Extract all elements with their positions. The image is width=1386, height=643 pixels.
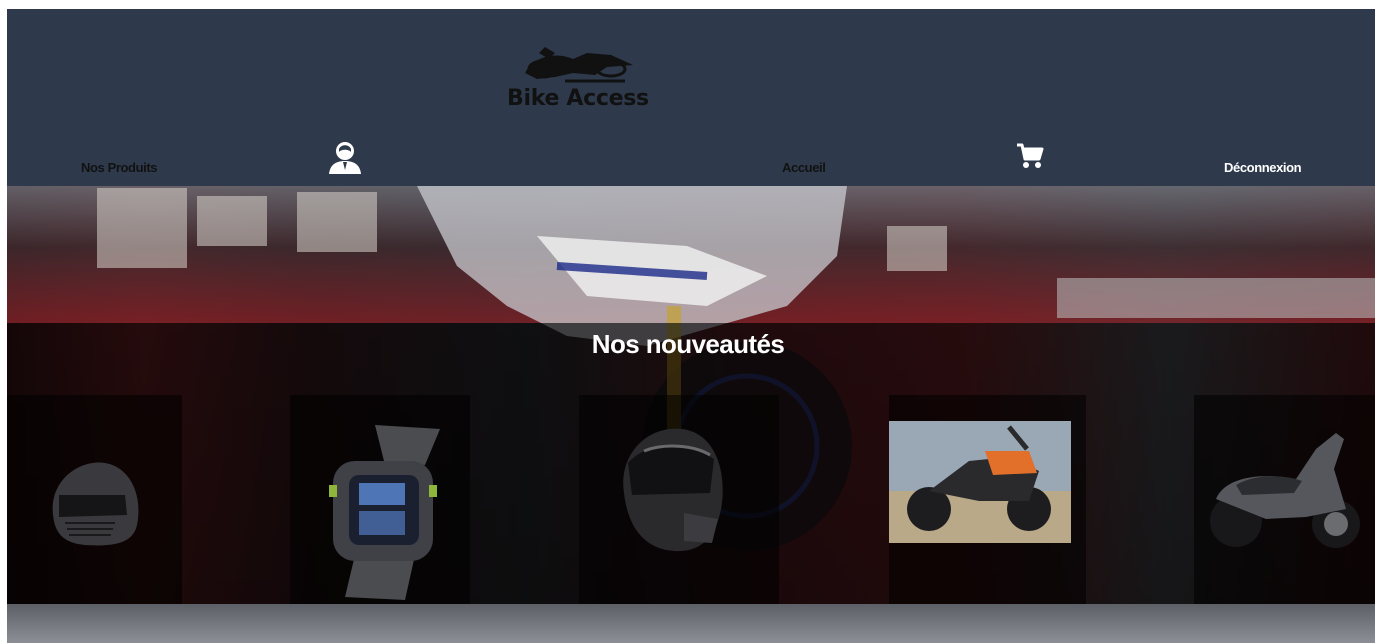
logo-text: Bike Access [507, 86, 649, 111]
shopping-cart-icon[interactable] [1015, 141, 1045, 176]
motorcycle-logo-icon [525, 47, 633, 83]
wall-poster-image [197, 196, 267, 246]
helmet-icon [52, 462, 139, 546]
site-header: Bike Access Nos Produits Accueil Déconne… [7, 9, 1375, 186]
product-card-motorcycle[interactable] [889, 395, 1086, 604]
product-card-watch[interactable] [290, 395, 470, 604]
watch-icon [329, 425, 440, 600]
product-card-scooter[interactable] [1194, 395, 1375, 604]
product-card-helmet-2[interactable] [579, 395, 779, 604]
workbench-image [1057, 278, 1375, 318]
wall-poster-image [297, 192, 377, 252]
motorcycle-icon [889, 421, 1071, 543]
product-card-helmet[interactable] [7, 395, 182, 604]
hero-floor [7, 604, 1375, 643]
scooter-icon [1210, 433, 1360, 548]
nav-home-link[interactable]: Accueil [782, 160, 826, 175]
page-frame: Bike Access Nos Produits Accueil Déconne… [7, 9, 1375, 643]
wall-poster-image [887, 226, 947, 271]
user-avatar-icon[interactable] [327, 140, 363, 179]
nav-logout-link[interactable]: Déconnexion [1224, 160, 1302, 175]
helmet-icon [623, 428, 723, 552]
nav-products-link[interactable]: Nos Produits [81, 160, 158, 175]
site-logo[interactable]: Bike Access [505, 43, 649, 115]
wall-poster-image [97, 188, 187, 268]
new-products-title: Nos nouveautés [591, 329, 785, 359]
hero-banner: Nos nouveautés [7, 186, 1375, 643]
